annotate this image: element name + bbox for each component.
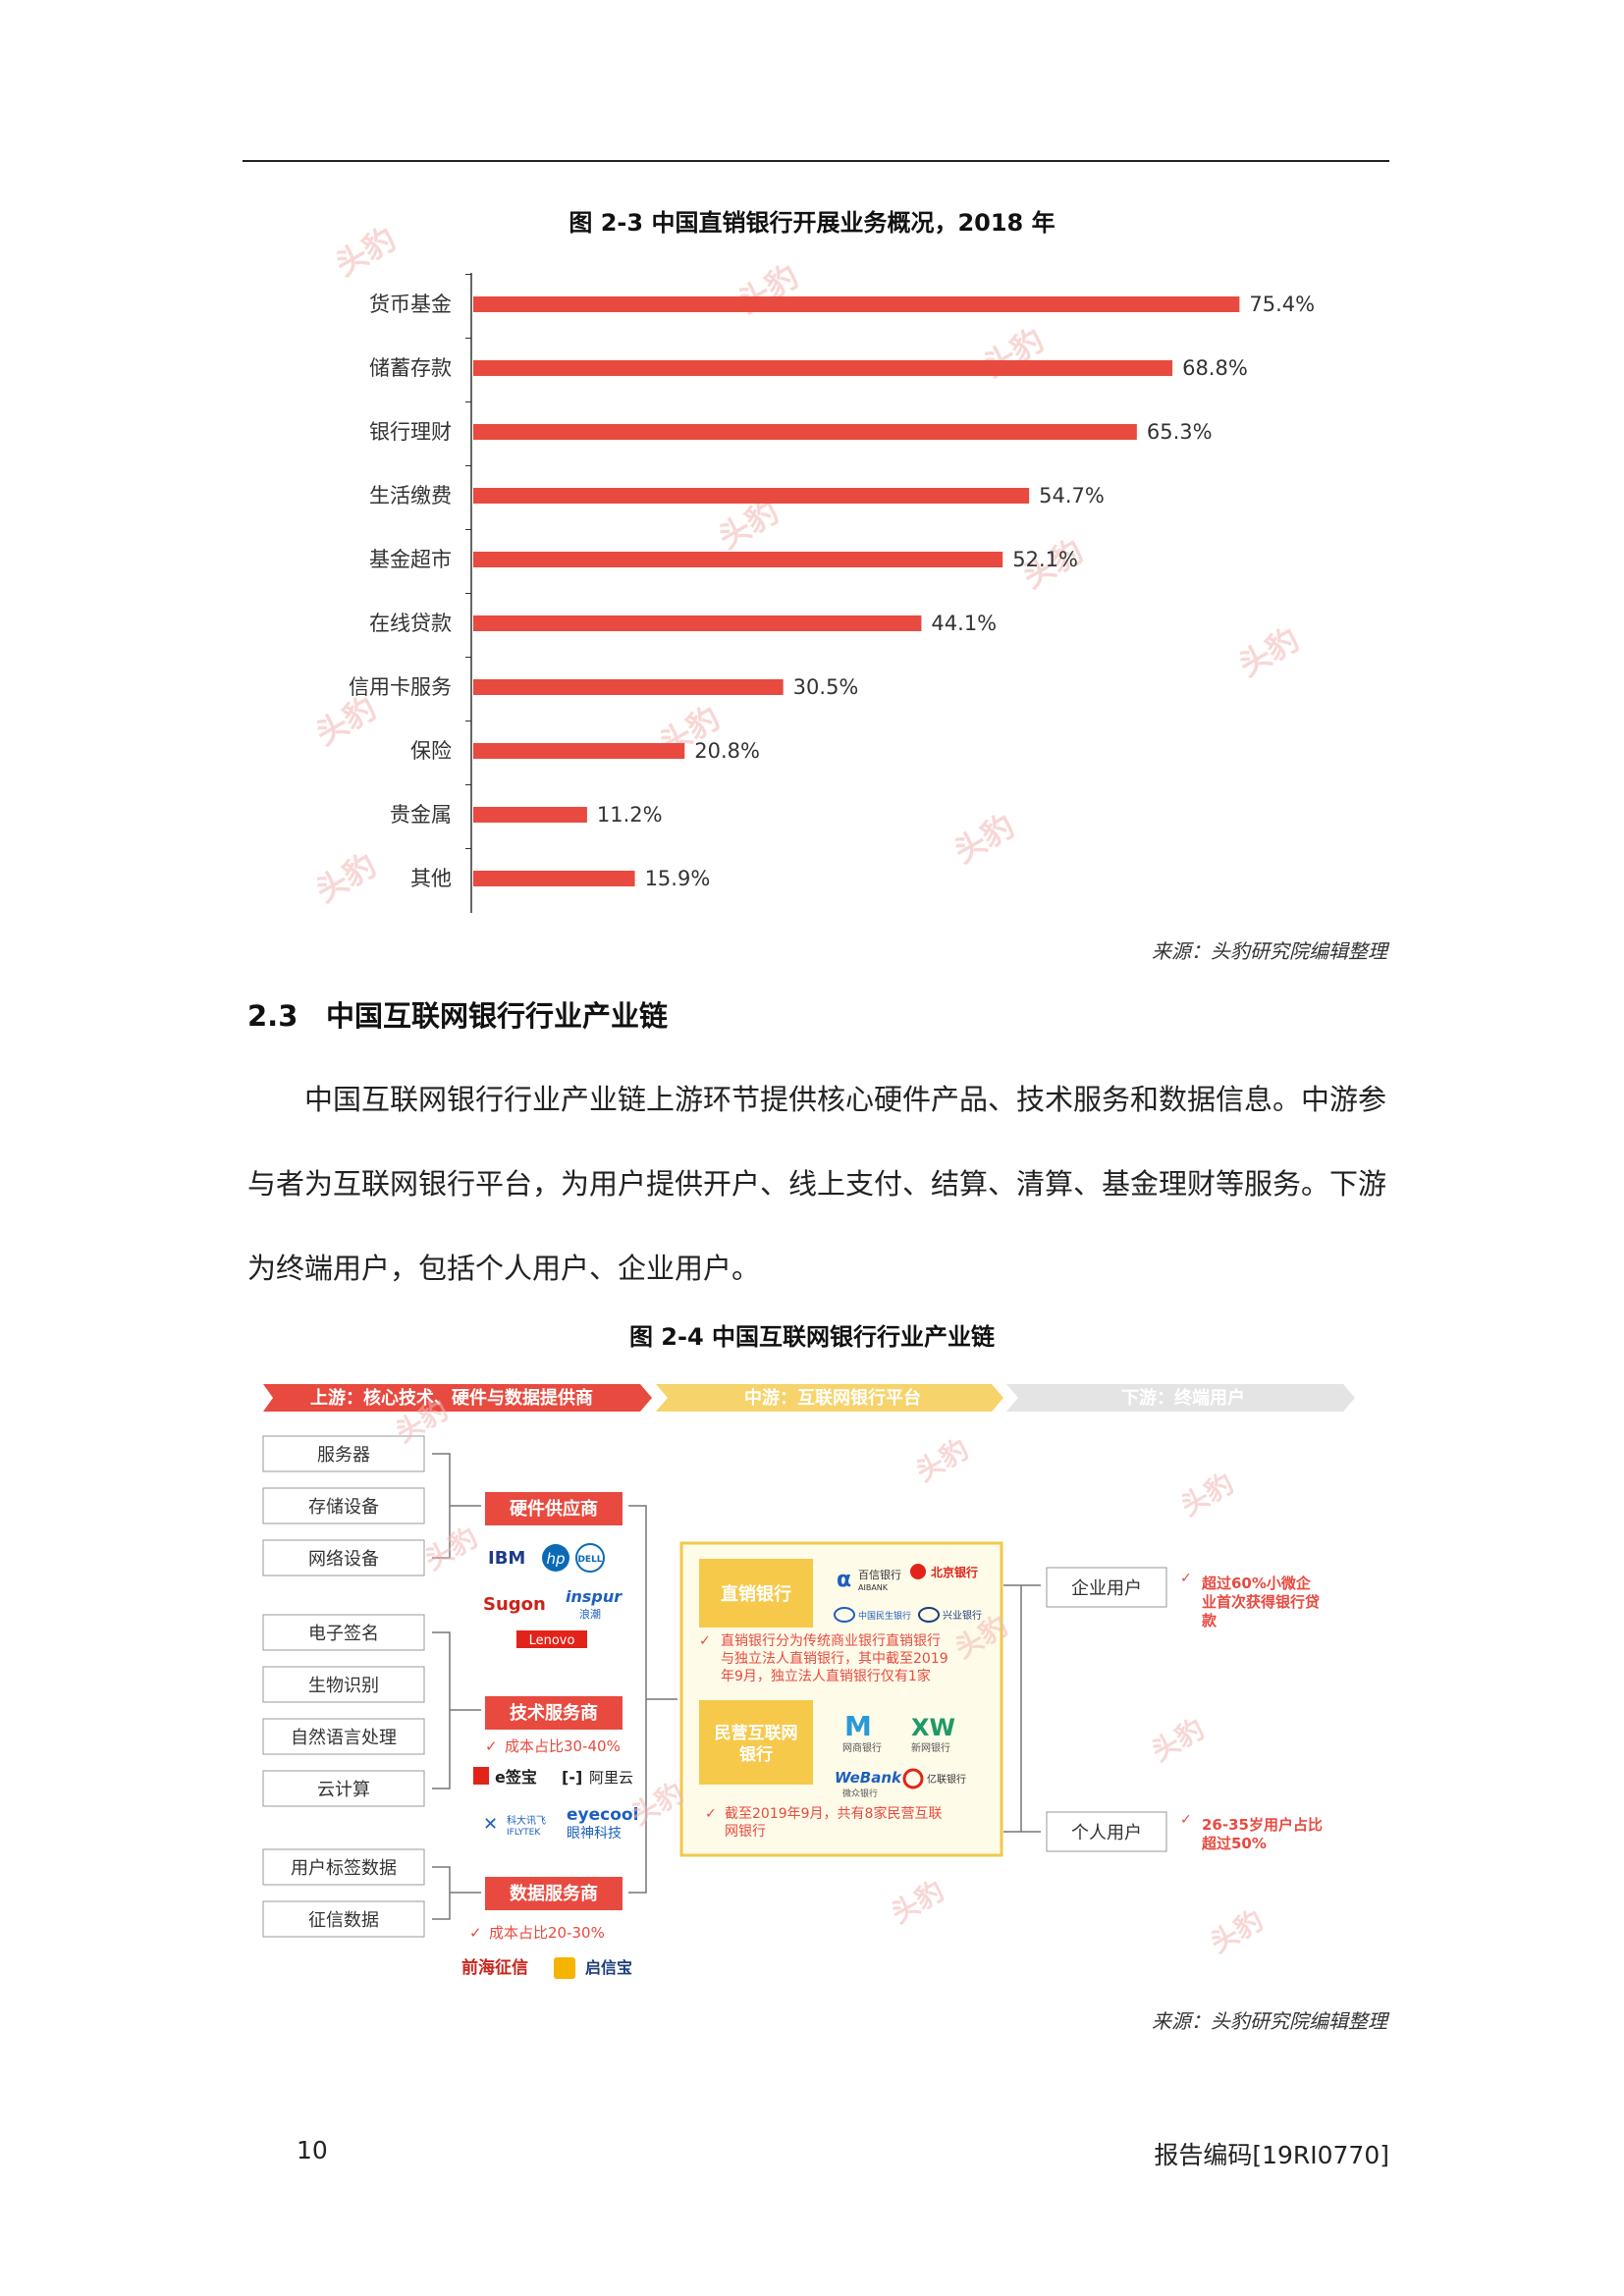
check-icon: ✓ [1180,1812,1192,1828]
direct-note-line-3: 年9月，独立法人直销银行仅有1家 [721,1668,931,1684]
industry-chain-diagram: 上游：核心技术、硬件与数据提供商 中游：互联网银行平台 下游：终端用户 服务器 … [262,1384,1355,1979]
tech-cost-note: 成本占比30-40% [505,1737,621,1755]
item-user-tag: 用户标签数据 [291,1858,397,1879]
qixinbao-logo-icon [554,1957,575,1979]
item-storage: 存储设备 [308,1497,379,1518]
bracket-data [432,1866,481,1920]
direct-note-line-2: 与独立法人直销银行，其中截至2019 [721,1650,948,1667]
ibm-logo: IBM [488,1548,525,1569]
dell-logo: DELL [577,1555,602,1565]
bracket-tech [432,1631,481,1789]
item-biometric: 生物识别 [308,1676,379,1696]
yillion-logo: 亿联银行 [927,1773,966,1786]
direct-note-line-1: 直销银行分为传统商业银行直销银行 [721,1632,941,1649]
lenovo-logo: Lenovo [529,1633,575,1648]
personal-note-line-1: 26-35岁用户占比 [1202,1816,1323,1834]
cmbc-logo: 中国民生银行 [858,1610,911,1622]
bob-logo: 北京银行 [931,1565,978,1579]
iflytek-logo: 科大讯飞 [507,1814,546,1827]
svg-text:头豹: 头豹 [1205,1903,1269,1959]
report-code: 报告编码[19RI0770] [1154,2141,1389,2169]
enterprise-user-label: 企业用户 [1071,1578,1142,1599]
inspur-logo: inspur [566,1587,623,1606]
downstream-label: 下游：终端用户 [1121,1387,1245,1409]
enterprise-note-line-1: 超过60%小微企 [1201,1575,1312,1592]
enterprise-note-line-2: 业首次获得银行贷 [1202,1593,1320,1611]
item-esign: 电子签名 [308,1624,379,1644]
data-cost-note: 成本占比20-30% [489,1924,605,1942]
personal-user-label: 个人用户 [1071,1823,1142,1843]
svg-text:头豹: 头豹 [1175,1467,1239,1522]
item-cloud: 云计算 [317,1780,370,1800]
mybank-logo: 网商银行 [842,1741,882,1754]
aibank-en-logo: AIBANK [858,1583,889,1592]
check-icon: ✓ [1180,1571,1192,1586]
item-credit: 征信数据 [308,1910,379,1931]
aliyun-bracket-icon: [-] [562,1768,582,1787]
direct-bank-label: 直销银行 [721,1583,791,1605]
enterprise-note-line-3: 款 [1202,1612,1218,1629]
aibank-logo-icon: α [837,1568,851,1592]
bracket-downstream [1003,1584,1041,1833]
personal-note-line-2: 超过50% [1201,1835,1267,1852]
inspur-cn-logo: 浪潮 [579,1607,601,1621]
hp-logo: hp [546,1550,565,1568]
qianhai-logo: 前海征信 [461,1957,528,1978]
private-note-line-1: 截至2019年9月，共有8家民营互联 [725,1805,942,1822]
xw-cn-logo: 新网银行 [911,1741,950,1754]
check-icon: ✓ [485,1737,498,1755]
data-provider-label: 数据服务商 [510,1883,598,1904]
private-bank-label-1: 民营互联网 [715,1723,798,1743]
bob-logo-icon [910,1564,926,1579]
tech-provider-label: 技术服务商 [510,1702,598,1724]
upstream-label: 上游：核心技术、硬件与数据提供商 [310,1387,593,1409]
item-server: 服务器 [317,1445,370,1466]
qixinbao-logo: 启信宝 [585,1958,632,1977]
page-number: 10 [297,2136,328,2164]
iflytek-logo-icon: ✕ [483,1814,498,1835]
item-nlp: 自然语言处理 [291,1728,397,1748]
check-icon: ✓ [469,1924,482,1942]
figure-source-2: 来源：头豹研究院编辑整理 [1152,2009,1387,2033]
aibank-logo: 百信银行 [858,1568,901,1581]
midstream-label: 中游：互联网银行平台 [744,1387,921,1409]
webank-logo: WeBank [835,1769,902,1787]
hardware-provider-label: 硬件供应商 [510,1498,598,1520]
svg-text:头豹: 头豹 [886,1874,949,1930]
esign-logo: e签宝 [495,1768,537,1787]
svg-text:头豹: 头豹 [910,1432,974,1488]
private-note-line-2: 网银行 [725,1824,766,1840]
eyecool-cn-logo: 眼神科技 [567,1826,622,1842]
esign-logo-icon [473,1767,489,1785]
webank-cn-logo: 微众银行 [842,1788,878,1799]
iflytek-en-logo: IFLYTEK [507,1828,541,1838]
cib-logo: 兴业银行 [943,1609,982,1622]
xw-logo: XW [911,1714,955,1741]
bracket-upstream [628,1505,677,1894]
check-icon: ✓ [699,1633,711,1649]
item-network: 网络设备 [308,1549,379,1570]
svg-text:头豹: 头豹 [1146,1712,1210,1768]
svg-text:头豹: 头豹 [419,1521,483,1576]
check-icon: ✓ [705,1806,717,1822]
sugon-logo: Sugon [483,1594,546,1615]
aliyun-logo: 阿里云 [589,1769,633,1787]
private-bank-label-2: 银行 [739,1744,773,1765]
mybank-logo-icon: M [844,1710,872,1742]
